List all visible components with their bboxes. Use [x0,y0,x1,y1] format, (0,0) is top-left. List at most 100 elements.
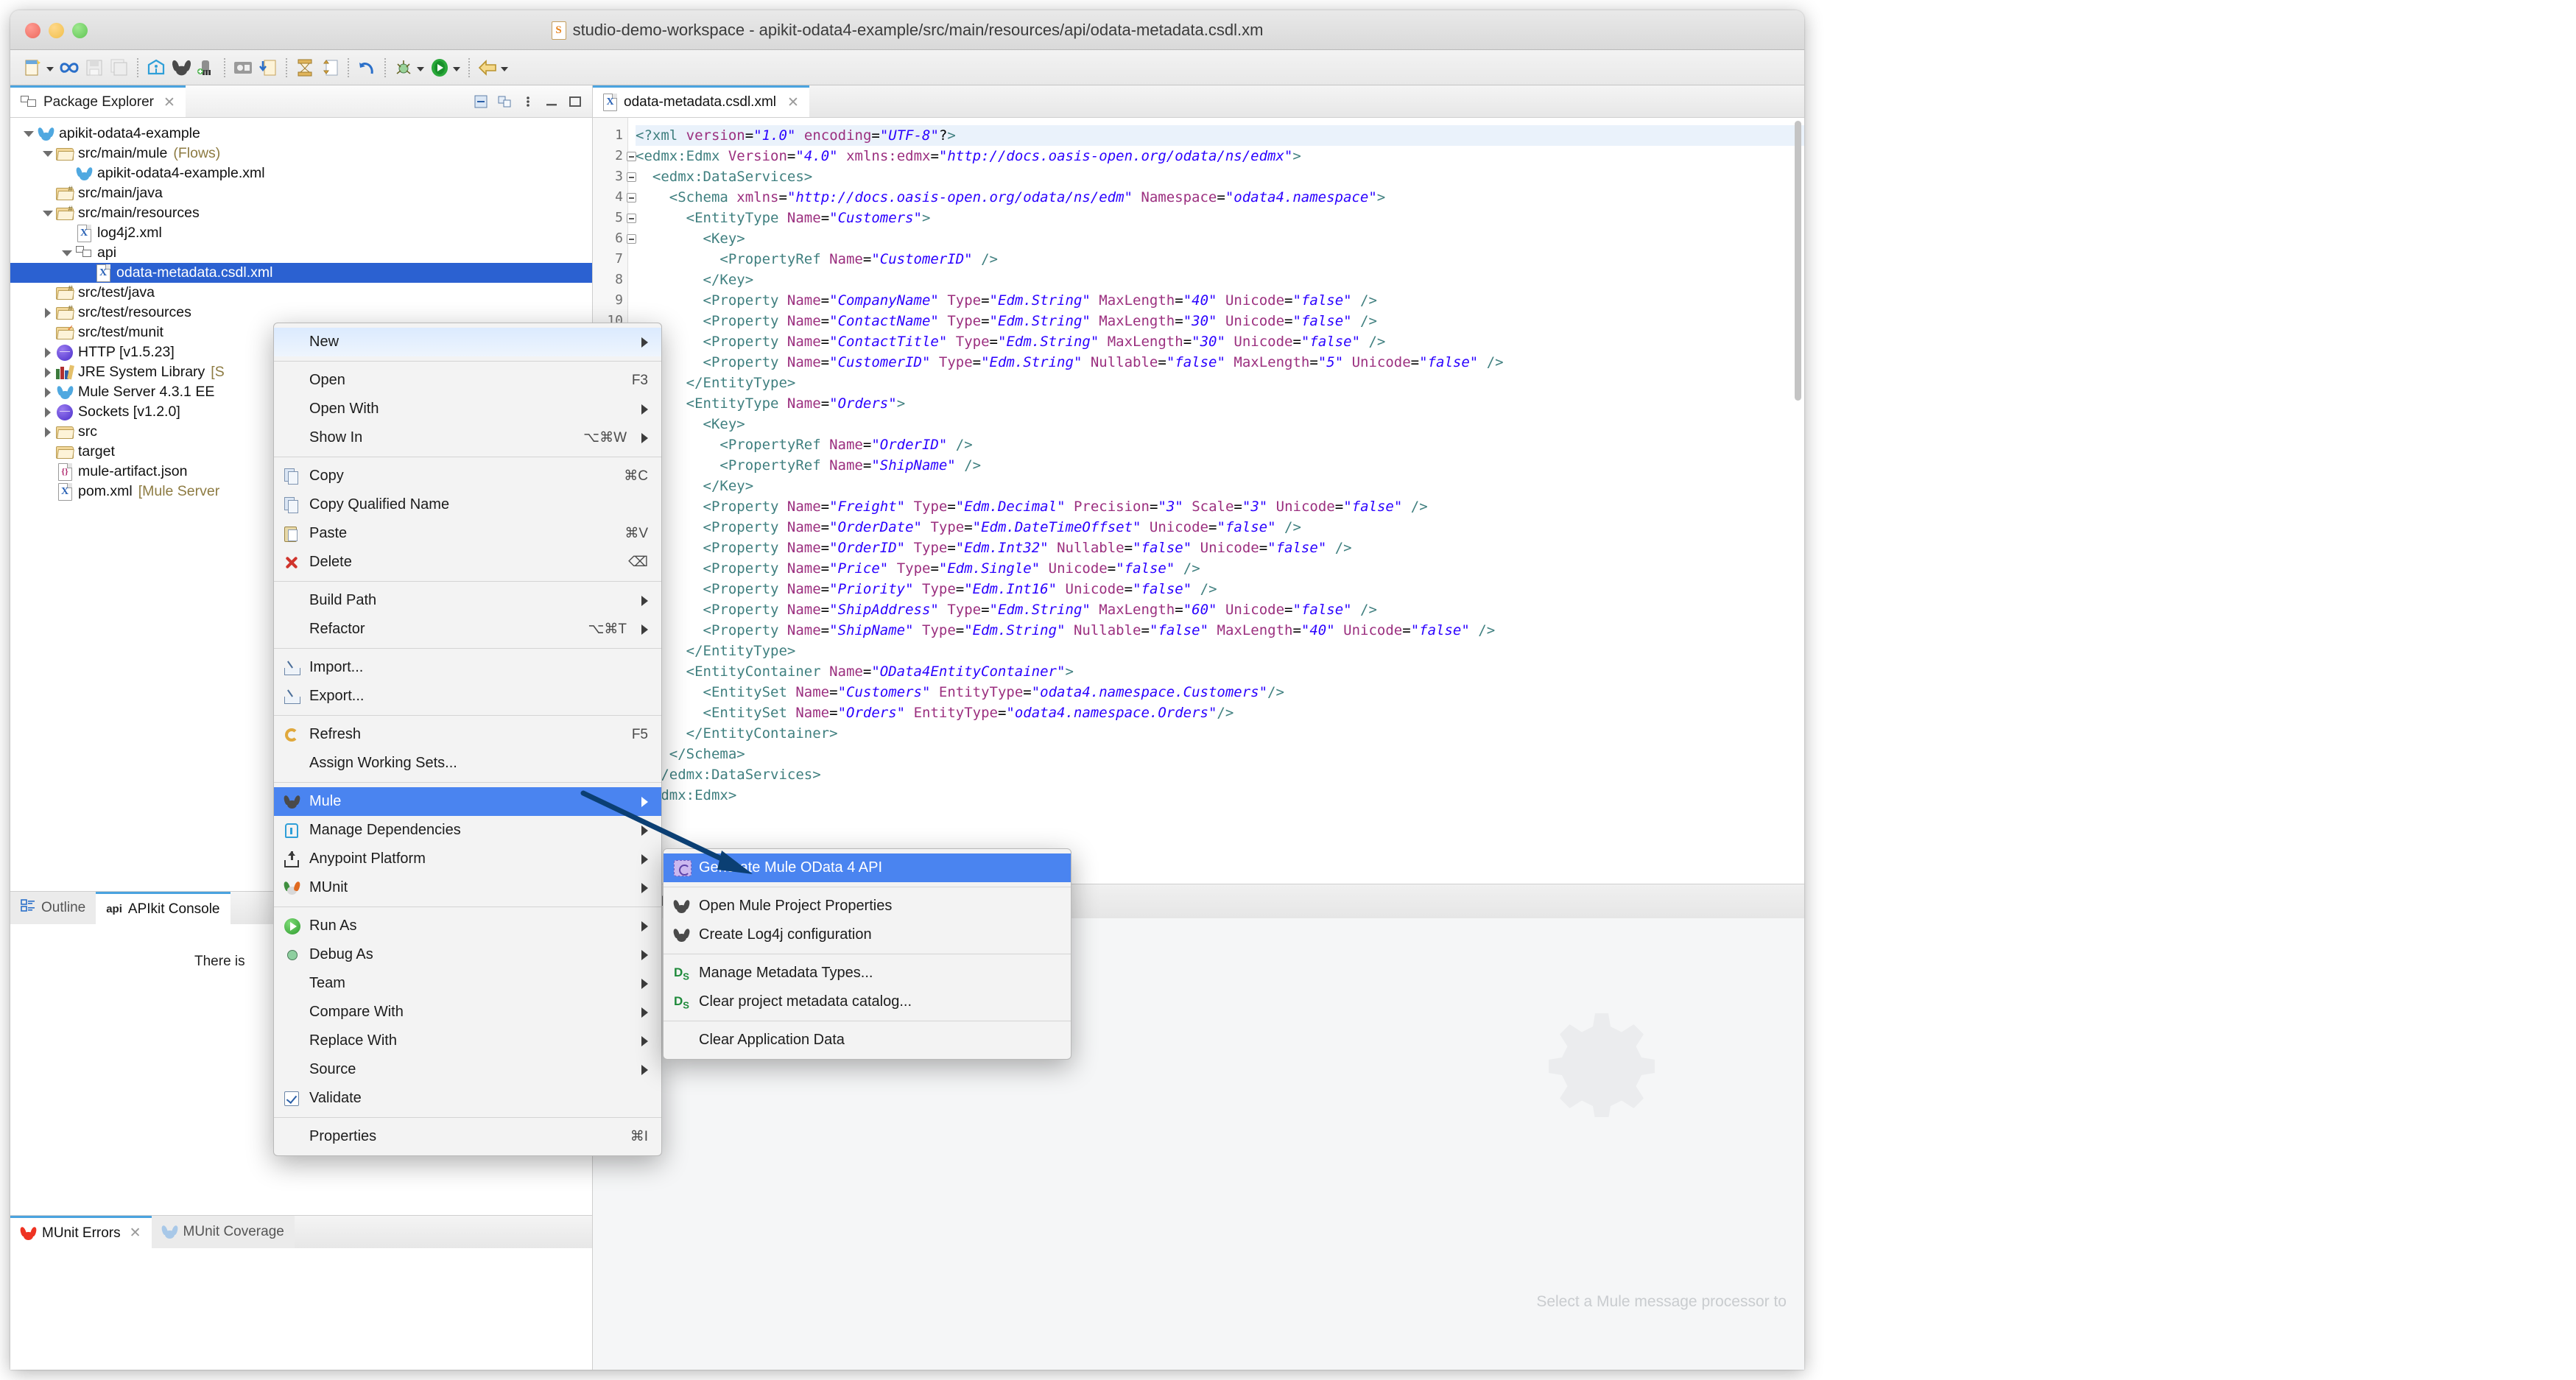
tab-outline[interactable]: Outline [10,892,96,924]
menu-item-source[interactable]: Source [274,1055,661,1084]
chevron-down-icon[interactable] [43,150,53,157]
twisty[interactable] [41,386,54,399]
toolbar-button-export-resource[interactable] [256,53,281,82]
tab-munit-coverage[interactable]: MUnit Coverage [151,1216,295,1248]
close-icon[interactable]: ✕ [787,94,799,111]
twisty[interactable] [41,406,54,419]
chevron-down-icon[interactable] [453,66,460,71]
file-context-menu[interactable]: New Open F3 Open With Show In ⌥⌘W Copy ⌘C Copy Q… [273,323,662,1156]
toolbar-button-debug[interactable] [391,53,427,82]
close-icon[interactable]: ✕ [163,94,175,111]
chevron-right-icon[interactable] [45,307,51,318]
chevron-right-icon[interactable] [45,426,51,437]
menu-item-mule[interactable]: Mule [274,787,661,816]
maximize-view-icon[interactable] [567,94,583,110]
tree-item[interactable]: # src/test/resources [10,303,592,323]
twisty[interactable] [41,306,54,320]
menu-item-import[interactable]: Import... [274,653,661,682]
toolbar-button-back[interactable] [475,53,511,82]
menu-item-open-with[interactable]: Open With [274,395,661,423]
fold-toggle-icon[interactable] [627,214,636,223]
toolbar-button-undo[interactable] [354,53,379,82]
checkbox-checked-icon[interactable] [284,1091,299,1106]
minimize-view-icon[interactable] [543,94,560,110]
tree-item[interactable]: Xodata-metadata.csdl.xml [10,263,592,283]
tab-package-explorer[interactable]: Package Explorer ✕ [10,85,186,117]
tree-item[interactable]: apikit-odata4-example.xml [10,163,592,183]
menu-item-paste[interactable]: Paste ⌘V [274,519,661,548]
chevron-down-icon[interactable] [46,66,54,71]
toolbar-button-new-wizard[interactable] [21,53,57,82]
twisty[interactable] [41,187,54,200]
menu-item-team[interactable]: Team [274,969,661,998]
menu-item-properties[interactable]: Properties ⌘I [274,1122,661,1151]
fold-toggle-icon[interactable] [627,234,636,244]
twisty[interactable] [80,267,93,280]
menu-item-refactor[interactable]: Refactor ⌥⌘T [274,615,661,644]
chevron-down-icon[interactable] [24,130,34,137]
menu-item-clear-application-data[interactable]: Clear Application Data [664,1026,1071,1055]
menu-item-manage-metadata-types[interactable]: DS Manage Metadata Types... [664,959,1071,988]
fold-toggle-icon[interactable] [627,193,636,203]
twisty[interactable] [22,127,35,141]
menu-item-export[interactable]: Export... [274,682,661,711]
mule-submenu[interactable]: Generate Mule OData 4 API Open Mule Proje… [663,848,1071,1060]
editor-vertical-scrollbar[interactable] [1792,118,1803,884]
toolbar-button-import-document[interactable] [317,53,342,82]
twisty[interactable] [41,426,54,439]
tree-item[interactable]: # src/test/java [10,283,592,303]
menu-item-new[interactable]: New [274,328,661,356]
view-menu-icon[interactable] [520,94,536,110]
chevron-right-icon[interactable] [45,367,51,378]
toolbar-button-add-module[interactable] [194,53,219,82]
twisty[interactable] [41,485,54,499]
scrollbar-thumb[interactable] [1795,121,1801,401]
twisty[interactable] [60,227,74,240]
menu-item-anypoint-platform[interactable]: Anypoint Platform [274,845,661,873]
tree-item[interactable]: api [10,243,592,263]
close-icon[interactable]: ✕ [130,1225,141,1242]
menu-item-create-log4j-configuration[interactable]: Create Log4j configuration [664,920,1071,949]
twisty[interactable] [60,167,74,180]
tree-item[interactable]: Xlog4j2.xml [10,223,592,243]
tree-item[interactable]: apikit-odata4-example [10,124,592,144]
twisty[interactable] [41,207,54,220]
menu-item-compare-with[interactable]: Compare With [274,998,661,1027]
menu-item-munit[interactable]: MUnit [274,873,661,902]
twisty[interactable] [41,286,54,300]
toolbar-button-anypoint-exchange[interactable] [144,53,169,82]
twisty[interactable] [41,326,54,339]
menu-item-manage-dependencies[interactable]: Manage Dependencies [274,816,661,845]
toolbar-button-save-all[interactable] [107,53,132,82]
menu-item-validate[interactable]: Validate [274,1084,661,1113]
twisty[interactable] [60,247,74,260]
menu-item-generate-mule-odata-4-api[interactable]: Generate Mule OData 4 API [664,853,1071,882]
chevron-down-icon[interactable] [43,210,53,216]
link-with-editor-icon[interactable] [496,94,513,110]
toolbar-button-run[interactable] [427,53,463,82]
twisty[interactable] [41,366,54,379]
menu-item-clear-project-metadata-catalog[interactable]: DS Clear project metadata catalog... [664,988,1071,1016]
tab-odata-metadata-csdl-xml[interactable]: X odata-metadata.csdl.xml ✕ [593,85,809,117]
chevron-right-icon[interactable] [45,406,51,418]
menu-item-open-mule-project-properties[interactable]: Open Mule Project Properties [664,892,1071,920]
tree-item[interactable]: # src/main/resources [10,203,592,223]
collapse-all-icon[interactable] [473,94,489,110]
menu-item-assign-working-sets[interactable]: Assign Working Sets... [274,749,661,778]
toolbar-button-save[interactable] [82,53,107,82]
menu-item-replace-with[interactable]: Replace With [274,1027,661,1055]
menu-item-copy[interactable]: Copy ⌘C [274,462,661,490]
toolbar-button-mule-palette[interactable] [169,53,194,82]
twisty[interactable] [41,147,54,161]
fold-toggle-icon[interactable] [627,152,636,161]
chevron-down-icon[interactable] [501,66,508,71]
fold-toggle-icon[interactable] [627,172,636,182]
menu-item-build-path[interactable]: Build Path [274,586,661,615]
chevron-down-icon[interactable] [417,66,424,71]
twisty[interactable] [41,346,54,359]
twisty[interactable] [41,465,54,479]
chevron-right-icon[interactable] [45,387,51,398]
tab-munit-errors[interactable]: MUnit Errors ✕ [10,1216,152,1248]
tree-item[interactable]: # src/main/java [10,183,592,203]
chevron-right-icon[interactable] [45,347,51,358]
